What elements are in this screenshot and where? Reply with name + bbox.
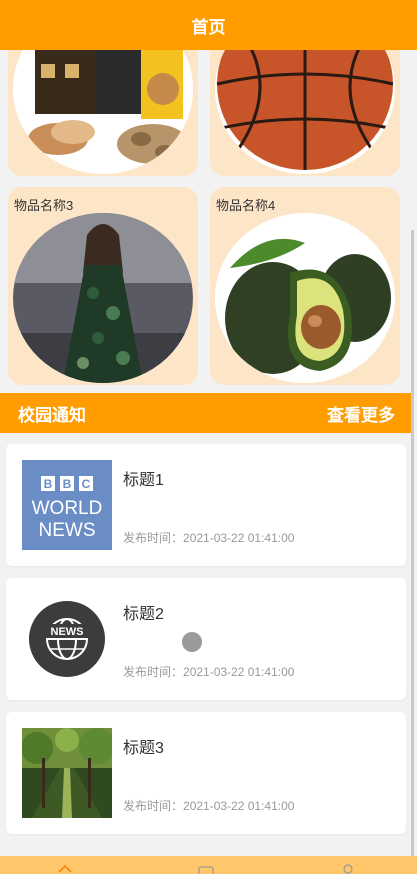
view-more-link[interactable]: 查看更多 [327, 401, 395, 426]
news-title: 标题3 [123, 740, 164, 757]
park-path-photo [22, 728, 112, 818]
notice-title: 校园通知 [18, 405, 86, 425]
avocado-photo [215, 213, 395, 383]
message-icon[interactable] [198, 863, 214, 874]
touch-indicator [182, 632, 202, 652]
thumb-text: C [82, 477, 91, 491]
top-bar: 首页 [0, 0, 417, 50]
thumb-text: WORLD [32, 498, 103, 519]
news-time: 发布时间：2021-03-22 01:41:00 [123, 529, 294, 546]
bbc-world-news-logo: B B C WORLD NEWS [22, 460, 112, 550]
news-time: 发布时间：2021-03-22 01:41:00 [123, 663, 294, 680]
product-card-3[interactable]: 物品名称3 [8, 187, 198, 385]
product-grid: 物品名称3 物品名称4 [0, 0, 410, 392]
time-prefix: 发布时间： [123, 799, 184, 813]
scrollbar[interactable] [411, 230, 414, 860]
bottom-tab-bar [0, 856, 417, 874]
time-prefix: 发布时间： [123, 531, 184, 545]
thumb-text: NEWS [51, 626, 84, 638]
news-title: 标题1 [123, 472, 164, 489]
news-time: 发布时间：2021-03-22 01:41:00 [123, 797, 294, 814]
time-value: 2021-03-22 01:41:00 [183, 665, 295, 679]
thumb-text: NEWS [39, 520, 96, 541]
time-value: 2021-03-22 01:41:00 [183, 799, 295, 813]
page-title: 首页 [191, 17, 226, 37]
news-globe-icon: NEWS [22, 594, 112, 684]
product-card-4[interactable]: 物品名称4 [210, 187, 400, 385]
notice-header: 校园通知 查看更多 [0, 393, 413, 433]
time-value: 2021-03-22 01:41:00 [183, 531, 295, 545]
news-item-1[interactable]: B B C WORLD NEWS 标题1 发布时间：2021-03-22 01:… [6, 444, 406, 566]
news-title: 标题2 [123, 606, 164, 623]
home-icon[interactable] [57, 863, 73, 874]
product-name: 物品名称3 [14, 198, 74, 213]
news-item-2[interactable]: NEWS 标题2 发布时间：2021-03-22 01:41:00 [6, 578, 406, 700]
app-screen: 物品名称3 物品名称4 首页 校园通知 查看更多 B B C WORLD NEW… [0, 0, 417, 874]
user-icon[interactable] [340, 863, 356, 874]
news-item-3[interactable]: 标题3 发布时间：2021-03-22 01:41:00 [6, 712, 406, 834]
time-prefix: 发布时间： [123, 665, 184, 679]
product-name: 物品名称4 [216, 198, 276, 213]
thumb-text: B [63, 477, 72, 491]
dress-photo [13, 213, 193, 383]
thumb-text: B [44, 477, 53, 491]
